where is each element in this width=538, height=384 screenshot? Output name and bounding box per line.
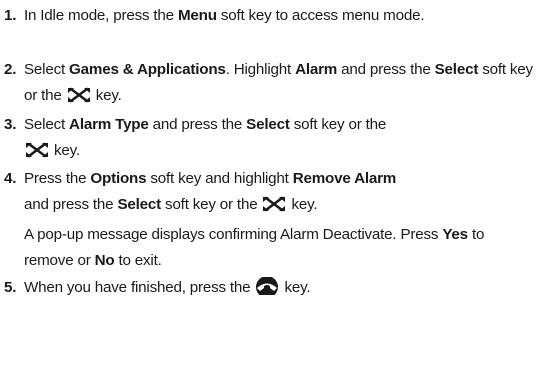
step-text-part: Press the [24,170,87,187]
step-2: 2. Select Games & Applications. Highligh… [0,57,536,112]
step-5: 5. When you have finished, press the key… [0,275,536,304]
select-label: Select [117,196,162,213]
nav-key-icon [67,86,91,112]
step-text: When you have finished, press the key. [24,275,536,304]
step-number: 2. [4,61,17,78]
step-text-part: and press the [24,196,114,213]
step-text: Press the Options soft key and highlight… [24,166,536,221]
step-number: 3. [4,116,17,133]
nav-key-icon [262,195,286,221]
select-label: Select [246,116,290,133]
step-text-part: soft key or the [165,196,258,213]
note-text-part: A pop-up message displays confirming Ala… [24,226,439,243]
step-text-part: key. [284,279,311,296]
step-text-part: soft key and highlight [150,170,289,187]
step-number: 4. [4,170,17,187]
step-text-part: . Highlight [225,61,292,78]
step-text-part: and press the [152,116,243,133]
nav-key-icon [25,141,49,167]
games-applications-label: Games & Applications [69,61,226,78]
end-key-icon [255,276,279,304]
note-text-part: to exit. [118,252,162,269]
step-4: 4. Press the Options soft key and highli… [0,166,536,221]
alarm-type-label: Alarm Type [69,116,149,133]
remove-alarm-label: Remove Alarm [292,170,397,187]
step-number: 1. [4,7,17,24]
step-1: 1. In Idle mode, press the Menu soft key… [0,3,536,29]
select-label: Select [434,61,479,78]
step-text-part: key. [291,196,318,213]
step-text: Select Games & Applications. Highlight A… [24,57,536,112]
options-label: Options [90,170,147,187]
step-text-part: Select [24,116,66,133]
step-text-part: soft key to access menu mode. [220,7,425,24]
step-text-part: key. [95,87,122,104]
step-number: 5. [4,279,17,296]
step-text-part: key. [54,142,80,159]
yes-label: Yes [442,226,468,243]
step-text-part: When you have finished, press the [24,279,251,296]
step-text-part: Select [24,61,66,78]
step-text: In Idle mode, press the Menu soft key to… [24,3,536,29]
step-text-part: In Idle mode, press the [24,7,174,24]
alarm-label: Alarm [295,61,338,78]
menu-label: Menu [177,7,217,24]
instruction-document: 1. In Idle mode, press the Menu soft key… [0,0,538,384]
step-3: 3. Select Alarm Type and press the Selec… [0,112,536,167]
popup-note: A pop-up message displays confirming Ala… [24,222,524,274]
step-text-part: soft key or the [293,116,387,133]
no-label: No [94,252,115,269]
step-text: Select Alarm Type and press the Select s… [24,112,536,167]
step-text-part: and press the [341,61,431,78]
